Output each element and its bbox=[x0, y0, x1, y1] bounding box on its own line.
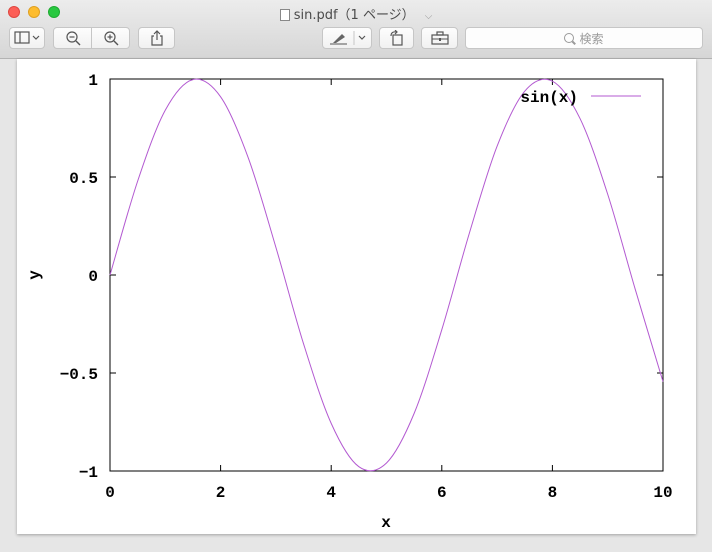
plot-frame bbox=[109, 78, 664, 472]
x-tick-label: 10 bbox=[653, 484, 672, 502]
toolbox-icon bbox=[430, 31, 449, 45]
rotate-button[interactable] bbox=[379, 27, 414, 49]
sin-plot: 1 0.5 0 −0.5 −1 0 2 4 6 8 10 sin(x) x y bbox=[26, 72, 673, 532]
search-icon bbox=[564, 33, 575, 43]
share-icon bbox=[150, 30, 163, 46]
sidebar-toggle-button[interactable] bbox=[9, 27, 45, 49]
zoom-in-button[interactable] bbox=[91, 27, 130, 49]
y-axis-label: y bbox=[26, 270, 44, 280]
search-placeholder: 検索 bbox=[579, 31, 604, 46]
window-title-text: sin.pdf（1 ページ） bbox=[293, 8, 415, 23]
zoom-out-button[interactable] bbox=[53, 27, 92, 49]
x-tick-label: 0 bbox=[105, 484, 115, 502]
pdf-page: 1 0.5 0 −0.5 −1 0 2 4 6 8 10 sin(x) x y bbox=[17, 59, 696, 534]
chevron-down-icon[interactable]: ⌵ bbox=[425, 11, 433, 22]
y-tick-label: 0 bbox=[88, 268, 98, 286]
x-tick-label: 8 bbox=[548, 484, 558, 502]
search-field[interactable]: 検索 bbox=[465, 27, 703, 49]
pdf-document-icon bbox=[279, 9, 290, 21]
x-tick-label: 4 bbox=[326, 484, 336, 502]
toolbox-button[interactable] bbox=[421, 27, 458, 49]
y-axis: 1 0.5 0 −0.5 −1 bbox=[60, 72, 663, 482]
legend-label: sin(x) bbox=[520, 89, 578, 107]
share-button[interactable] bbox=[138, 27, 175, 49]
pen-icon bbox=[330, 31, 366, 45]
sidebar-icon bbox=[14, 31, 40, 44]
x-axis-label: x bbox=[381, 514, 391, 532]
series-line-sin-x bbox=[109, 78, 664, 472]
y-tick-label: 1 bbox=[88, 72, 98, 90]
x-tick-label: 2 bbox=[216, 484, 226, 502]
zoom-out-icon bbox=[65, 31, 80, 46]
y-tick-label: −1 bbox=[79, 464, 98, 482]
rotate-icon bbox=[389, 30, 403, 46]
x-tick-label: 6 bbox=[437, 484, 447, 502]
markup-button[interactable] bbox=[322, 27, 372, 49]
zoom-in-icon bbox=[103, 31, 118, 46]
titlebar: sin.pdf（1 ページ） ⌵ 検索 bbox=[0, 0, 712, 59]
y-tick-label: 0.5 bbox=[69, 170, 98, 188]
y-tick-label: −0.5 bbox=[60, 366, 98, 384]
preview-window: sin.pdf（1 ページ） ⌵ 検索 1 0.5 0 −0.5 −1 0 2 … bbox=[0, 0, 712, 552]
x-axis: 0 2 4 6 8 10 bbox=[105, 79, 673, 502]
window-title[interactable]: sin.pdf（1 ページ） ⌵ bbox=[0, 4, 712, 23]
